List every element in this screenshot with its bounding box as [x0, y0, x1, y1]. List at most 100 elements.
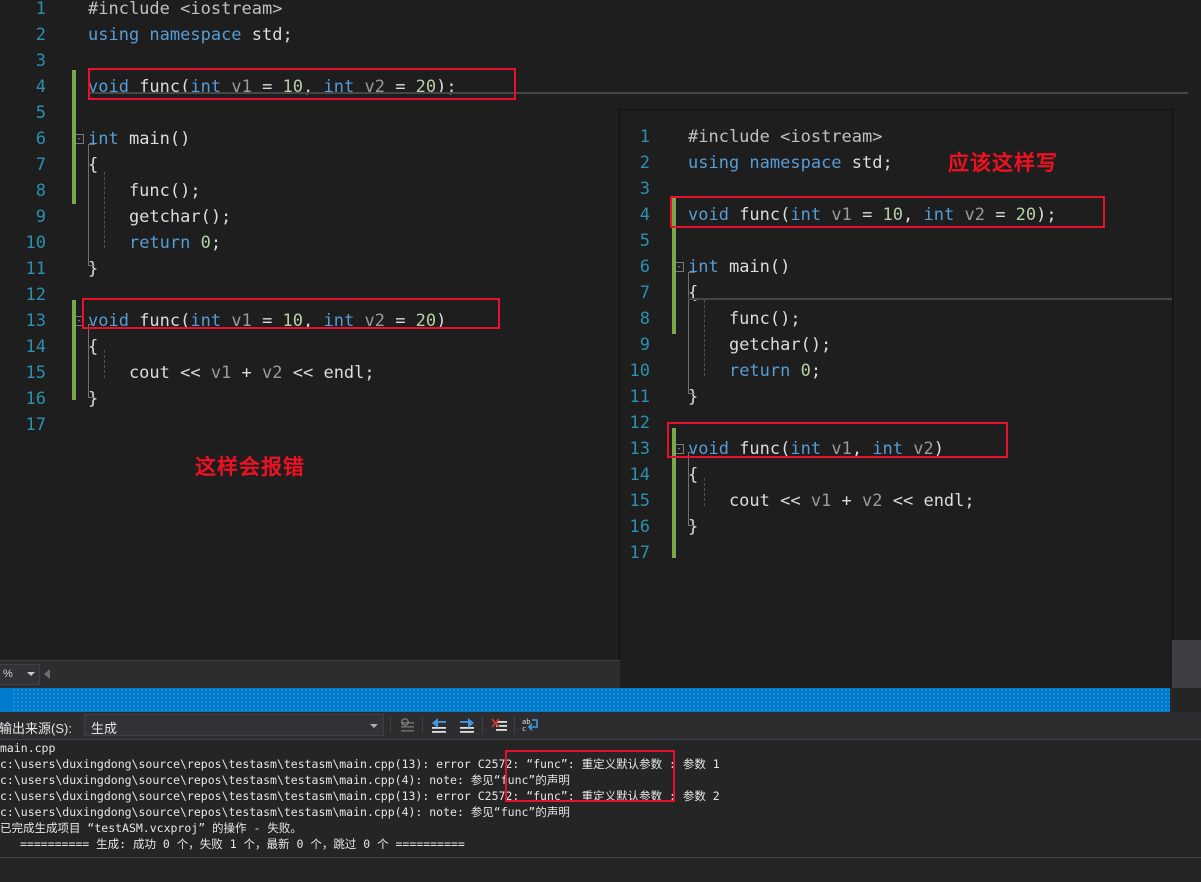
code-line[interactable]: 17: [620, 540, 1172, 566]
code-line[interactable]: 9 getchar();: [620, 332, 1172, 358]
toolbar-separator-4: [514, 716, 515, 734]
vertical-scrollbar[interactable]: [1172, 640, 1201, 690]
line-number: 13: [25, 311, 46, 331]
editor-status-strip: %: [0, 660, 620, 688]
find-message-button[interactable]: [397, 715, 419, 737]
code-line[interactable]: 1 #include <iostream>: [620, 124, 1172, 150]
left-func-indent-guide: [104, 350, 105, 378]
code-line[interactable]: 15 cout << v1 + v2 << endl;: [620, 488, 1172, 514]
output-line[interactable]: c:\users\duxingdong\source\repos\testasm…: [0, 788, 1201, 804]
code-line[interactable]: 13- void func(int v1, int v2): [620, 436, 1172, 462]
output-source-value: 生成: [91, 721, 118, 736]
line-number: 7: [639, 283, 650, 303]
code-text: int main(): [688, 257, 791, 277]
chevron-down-icon: [27, 672, 35, 676]
output-line[interactable]: 已完成生成项目 “testASM.vcxproj” 的操作 - 失败。: [0, 820, 1201, 836]
line-number: 16: [25, 389, 46, 409]
left-code-editor[interactable]: 1 #include <iostream> 2 using namespace std…: [0, 0, 1188, 660]
output-pane-titlebar[interactable]: 出: [0, 688, 1170, 712]
toolbar-separator-3: [482, 716, 483, 734]
output-line[interactable]: main.cpp: [0, 740, 1201, 756]
line-number: 1: [639, 127, 650, 147]
screen-root: 1 #include <iostream> 2 using namespace std…: [0, 0, 1201, 882]
right-current-line-rule: [688, 298, 1172, 300]
code-line[interactable]: 17: [0, 412, 620, 438]
svg-text:c: c: [522, 725, 526, 733]
line-number: 9: [639, 335, 650, 355]
prev-msg-icon: [432, 718, 446, 733]
code-line[interactable]: 1 #include <iostream>: [0, 0, 620, 22]
scroll-left-icon[interactable]: [44, 669, 50, 679]
line-number: 3: [639, 179, 650, 199]
line-number: 14: [25, 337, 46, 357]
code-line[interactable]: 12: [620, 410, 1172, 436]
go-to-previous-message-button[interactable]: [428, 715, 450, 737]
output-source-select[interactable]: 生成: [84, 714, 384, 736]
line-number: 6: [35, 129, 46, 149]
code-line[interactable]: 4 void func(int v1 = 10, int v2 = 20);: [620, 202, 1172, 228]
code-line[interactable]: 11}: [620, 384, 1172, 410]
go-to-next-message-button[interactable]: [456, 715, 478, 737]
zoom-level-value: %: [3, 668, 13, 680]
right-func-brace-guide: [688, 452, 695, 526]
left-annotation-text: 这样会报错: [195, 455, 305, 479]
code-line[interactable]: 7{: [620, 280, 1172, 306]
output-line[interactable]: c:\users\duxingdong\source\repos\testasm…: [0, 804, 1201, 820]
code-text: cout << v1 + v2 << endl;: [88, 363, 375, 383]
line-number: 12: [629, 413, 650, 433]
code-text: getchar();: [88, 207, 232, 227]
code-line[interactable]: 2 using namespace std;: [620, 150, 1172, 176]
left-change-bar-bottom: [72, 300, 76, 400]
line-number: 10: [629, 361, 650, 381]
line-number: 16: [629, 517, 650, 537]
left-change-bar-main: [72, 118, 76, 204]
titlebar-drag-dots: [12, 688, 1170, 712]
line-number: 12: [25, 285, 46, 305]
code-line[interactable]: 12: [0, 282, 620, 308]
code-line[interactable]: 2 using namespace std;: [0, 22, 620, 48]
line-number: 8: [639, 309, 650, 329]
code-line[interactable]: 3: [620, 176, 1172, 202]
clear-all-button[interactable]: [489, 715, 511, 737]
code-text: void func(int v1 = 10, int v2 = 20);: [688, 205, 1057, 225]
code-line[interactable]: 5: [0, 100, 620, 126]
line-number: 17: [25, 415, 46, 435]
right-code-editor[interactable]: 1 #include <iostream> 2 using namespace std…: [620, 124, 1172, 684]
code-line[interactable]: 3: [0, 48, 620, 74]
line-number: 11: [629, 387, 650, 407]
code-line[interactable]: 6- int main(): [620, 254, 1172, 280]
code-text: void func(int v1, int v2): [688, 439, 944, 459]
line-number: 14: [629, 465, 650, 485]
bottom-status-strip: [0, 857, 1201, 882]
code-text: using namespace std;: [688, 153, 893, 173]
code-text: void func(int v1 = 10, int v2 = 20);: [88, 77, 457, 97]
left-main-indent-guide: [104, 172, 105, 248]
toggle-word-wrap-button[interactable]: ab c: [520, 715, 542, 737]
code-line[interactable]: 8 func();: [620, 306, 1172, 332]
line-number: 1: [35, 0, 46, 19]
code-text: int main(): [88, 129, 191, 149]
code-line[interactable]: 4 void func(int v1 = 10, int v2 = 20);: [0, 74, 620, 100]
output-pane-title: 出: [0, 692, 1, 711]
code-line[interactable]: 5: [620, 228, 1172, 254]
output-pane: 出 示输出来源(S): 生成: [0, 688, 1201, 882]
code-line[interactable]: 14{: [620, 462, 1172, 488]
code-line[interactable]: 10 return 0;: [620, 358, 1172, 384]
output-line[interactable]: c:\users\duxingdong\source\repos\testasm…: [0, 772, 1201, 788]
next-msg-icon: [460, 718, 474, 733]
code-text: #include <iostream>: [88, 0, 283, 19]
find-msg-icon: [401, 718, 414, 732]
line-number: 2: [639, 153, 650, 173]
right-code-editor-panel[interactable]: 1 #include <iostream> 2 using namespace std…: [620, 110, 1172, 690]
zoom-level-combo[interactable]: %: [0, 664, 40, 685]
code-text: using namespace std;: [88, 25, 293, 45]
line-number: 15: [25, 363, 46, 383]
right-main-brace-guide: [688, 272, 695, 394]
output-line[interactable]: ========== 生成: 成功 0 个，失败 1 个，最新 0 个，跳过 0…: [0, 836, 1201, 852]
code-text: return 0;: [128, 233, 222, 253]
left-main-brace-guide: [88, 144, 95, 266]
line-number: 15: [629, 491, 650, 511]
code-line[interactable]: 16}: [620, 514, 1172, 540]
code-text: #include <iostream>: [688, 127, 883, 147]
output-line[interactable]: c:\users\duxingdong\source\repos\testasm…: [0, 756, 1201, 772]
